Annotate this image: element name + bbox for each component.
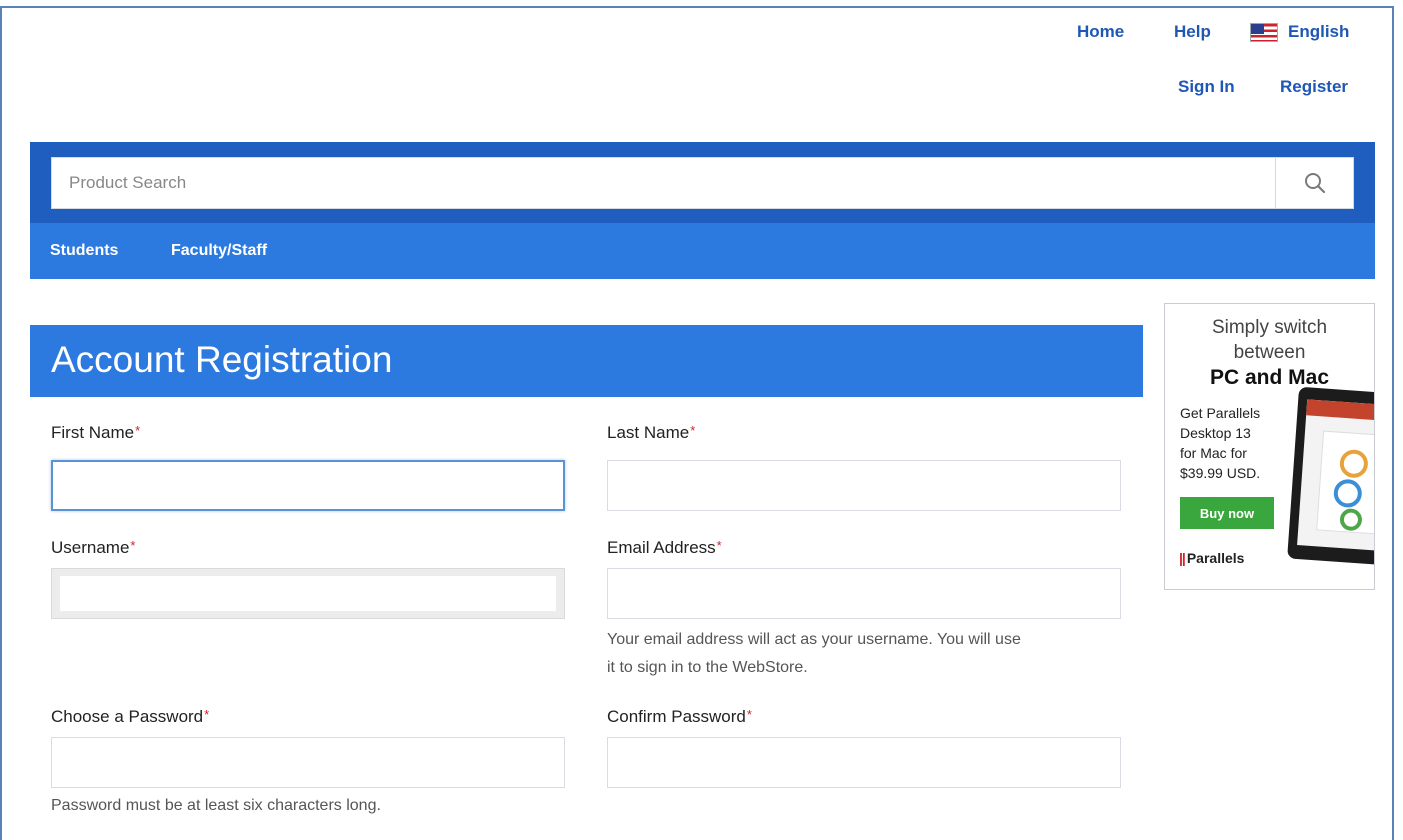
search-button[interactable] <box>1275 158 1353 208</box>
search-banner <box>30 142 1375 223</box>
required-marker: * <box>716 538 722 553</box>
required-marker: * <box>130 538 136 553</box>
password-field[interactable] <box>51 737 565 788</box>
required-marker: * <box>746 707 752 722</box>
search-icon <box>1304 173 1325 194</box>
first-name-label: First Name* <box>51 423 141 442</box>
confirm-password-label: Confirm Password* <box>607 707 752 726</box>
required-marker: * <box>690 423 696 438</box>
nav-item-faculty-staff[interactable]: Faculty/Staff <box>171 242 267 260</box>
password-help-text: Password must be at least six characters… <box>51 797 381 814</box>
parallels-logo: || Parallels <box>1179 550 1245 566</box>
required-marker: * <box>204 707 210 722</box>
email-field[interactable] <box>607 568 1121 619</box>
parallels-ad[interactable]: Simply switch between PC and Mac Get Par… <box>1164 303 1375 590</box>
required-marker: * <box>135 423 141 438</box>
sign-in-link[interactable]: Sign In <box>1178 77 1235 97</box>
ad-headline-bold: PC and Mac <box>1209 366 1330 389</box>
confirm-password-field[interactable] <box>607 737 1121 788</box>
home-link[interactable]: Home <box>1077 22 1124 42</box>
first-name-field[interactable] <box>51 460 565 511</box>
email-label: Email Address* <box>607 538 722 557</box>
ad-copy: Get Parallels Desktop 13 for Mac for $39… <box>1180 405 1261 481</box>
tablet-image <box>1287 386 1374 566</box>
language-selector[interactable]: English <box>1250 22 1349 42</box>
search-box <box>51 157 1354 209</box>
product-search-input[interactable] <box>52 158 1276 208</box>
email-help-text: Your email address will act as your user… <box>607 631 1021 676</box>
last-name-label: Last Name* <box>607 423 696 442</box>
page-title: Account Registration <box>51 339 393 380</box>
nav-item-students[interactable]: Students <box>50 242 118 260</box>
username-label: Username* <box>51 538 136 557</box>
buy-now-button[interactable]: Buy now <box>1180 497 1274 529</box>
register-link[interactable]: Register <box>1280 77 1348 97</box>
main-nav: Students Faculty/Staff <box>30 223 1375 279</box>
username-field[interactable] <box>51 568 565 619</box>
registration-header: Account Registration <box>30 325 1143 397</box>
language-label: English <box>1288 22 1350 41</box>
ad-headline-line2: between <box>1233 342 1306 363</box>
last-name-field[interactable] <box>607 460 1121 511</box>
ad-headline-line1: Simply switch <box>1211 317 1328 338</box>
help-link[interactable]: Help <box>1174 22 1211 42</box>
us-flag-icon <box>1250 22 1278 42</box>
password-label: Choose a Password* <box>51 707 210 726</box>
